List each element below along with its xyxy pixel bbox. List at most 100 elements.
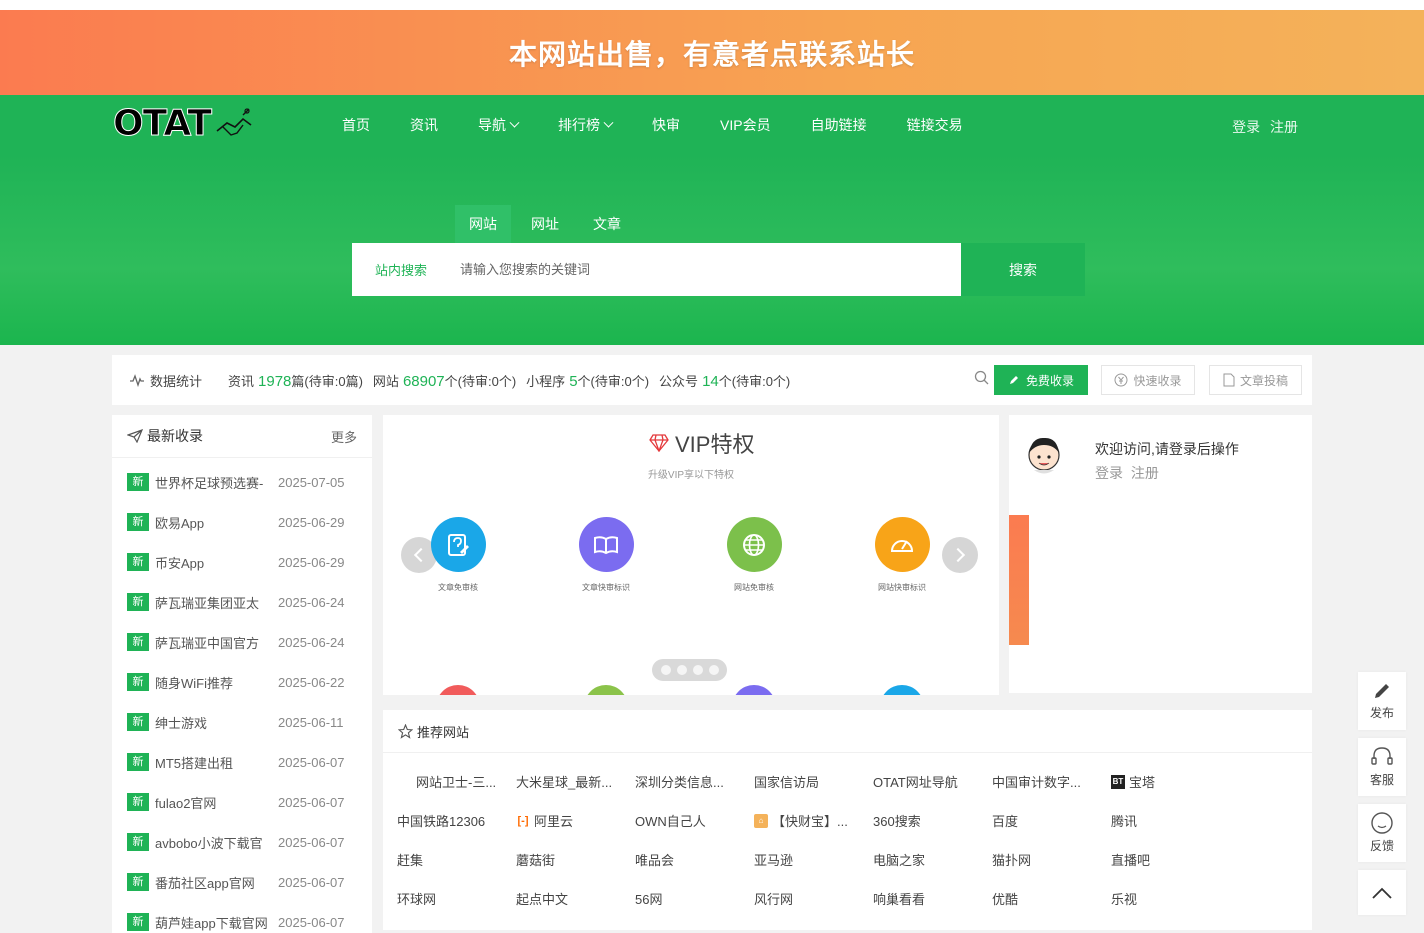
- recommend-link[interactable]: 中国铁路12306: [397, 811, 516, 830]
- welcome-login-link[interactable]: 登录: [1095, 465, 1123, 481]
- latest-more-link[interactable]: 更多: [331, 427, 357, 446]
- vip-title: VIP特权: [649, 427, 754, 459]
- recommend-link[interactable]: 优酷: [992, 889, 1111, 908]
- recommend-link-label: 唯品会: [635, 853, 675, 868]
- vip-feature[interactable]: 网站快审标识: [862, 517, 942, 593]
- recommend-link[interactable]: 中国审计数字...: [992, 772, 1111, 791]
- nav-item-2[interactable]: 导航: [478, 115, 520, 135]
- login-link[interactable]: 登录: [1232, 119, 1260, 135]
- vip-feature[interactable]: 文章快审标识: [566, 517, 646, 593]
- search-button[interactable]: 搜索: [961, 243, 1085, 296]
- recommend-link[interactable]: 起点中文: [516, 889, 635, 908]
- publish-button[interactable]: 发布: [1358, 672, 1406, 730]
- service-button[interactable]: 客服: [1358, 738, 1406, 796]
- recommend-link[interactable]: BT 宝塔: [1111, 772, 1230, 791]
- recommend-link[interactable]: 网站卫士-三...: [397, 772, 516, 791]
- recommend-link[interactable]: 深圳分类信息...: [635, 772, 754, 791]
- back-to-top-button[interactable]: [1358, 870, 1406, 915]
- list-item[interactable]: 新葫芦娃app下载官网 2025-06-07: [112, 902, 372, 933]
- list-item[interactable]: 新随身WiFi推荐 2025-06-22: [112, 662, 372, 702]
- recommend-link[interactable]: 赶集: [397, 850, 516, 869]
- recommend-link[interactable]: [-] 阿里云: [516, 811, 635, 830]
- vip-next-page-icon: [436, 685, 480, 695]
- list-item[interactable]: 新世界杯足球预选赛- 2025-07-05: [112, 462, 372, 502]
- nav-item-6[interactable]: 自助链接: [811, 115, 867, 135]
- recommend-link[interactable]: 猫扑网: [992, 850, 1111, 869]
- recommend-link[interactable]: ⌂ 【快财宝】...: [754, 811, 873, 830]
- stats-item: 资讯 1978篇(待审:0篇): [228, 371, 363, 390]
- nav-item-4[interactable]: 快审: [652, 115, 680, 135]
- latest-item-date: 2025-06-29: [278, 514, 345, 530]
- recommend-link[interactable]: 响巢看看: [873, 889, 992, 908]
- recommend-link[interactable]: 国家信访局: [754, 772, 873, 791]
- latest-item-name: fulao2官网: [155, 795, 217, 811]
- list-item[interactable]: 新绅士游戏 2025-06-11: [112, 702, 372, 742]
- tab-url[interactable]: 网址: [517, 205, 573, 243]
- pulse-icon: [130, 374, 144, 387]
- recommend-link[interactable]: OTAT网址导航: [873, 772, 992, 791]
- latest-title: 最新收录: [147, 428, 203, 444]
- recommend-link[interactable]: OWN自己人: [635, 811, 754, 830]
- carousel-dots[interactable]: [652, 659, 727, 681]
- nav-item-0[interactable]: 首页: [342, 115, 370, 135]
- nav-item-label: VIP会员: [720, 117, 771, 133]
- recommend-link[interactable]: 大米星球_最新...: [516, 772, 635, 791]
- list-item[interactable]: 新 avbobo小波下载官 2025-06-07: [112, 822, 372, 862]
- recommend-link[interactable]: 亚马逊: [754, 850, 873, 869]
- stats-item-label: 网站: [372, 373, 399, 389]
- recommend-link[interactable]: 腾讯: [1111, 811, 1230, 830]
- recommend-link[interactable]: 电脑之家: [873, 850, 992, 869]
- free-submit-button[interactable]: 免费收录: [994, 365, 1088, 395]
- register-link[interactable]: 注册: [1270, 119, 1298, 135]
- list-item[interactable]: 新萨瓦瑞亚集团亚太 2025-06-24: [112, 582, 372, 622]
- fast-submit-button[interactable]: 快速收录: [1101, 365, 1195, 395]
- recommend-link[interactable]: 直播吧: [1111, 850, 1230, 869]
- recommend-link[interactable]: 唯品会: [635, 850, 754, 869]
- recommend-link[interactable]: 乐视: [1111, 889, 1230, 908]
- list-item[interactable]: 新萨瓦瑞亚中国官方 2025-06-24: [112, 622, 372, 662]
- search-scope-label[interactable]: 站内搜索: [375, 260, 460, 279]
- nav-item-5[interactable]: VIP会员: [720, 115, 771, 135]
- recommend-row: 中国铁路12306 [-] 阿里云 OWN自己人 ⌂ 【快财宝】... 360搜索 百度 腾讯: [397, 801, 1230, 840]
- recommend-link[interactable]: 环球网: [397, 889, 516, 908]
- list-item[interactable]: 新欧易App 2025-06-29: [112, 502, 372, 542]
- recommend-link[interactable]: 360搜索: [873, 811, 992, 830]
- sale-banner[interactable]: 本网站出售，有意者点联系站长: [0, 10, 1424, 95]
- tab-site[interactable]: 网站: [455, 205, 511, 243]
- vip-feature[interactable]: 网站免审核: [714, 517, 794, 593]
- nav-item-3[interactable]: 排行榜: [558, 115, 614, 135]
- list-item[interactable]: 新 fulao2官网 2025-06-07: [112, 782, 372, 822]
- recommend-link[interactable]: 百度: [992, 811, 1111, 830]
- recommend-link-label: 中国铁路12306: [397, 814, 486, 829]
- bt-icon: BT: [1111, 774, 1125, 789]
- feedback-button[interactable]: 反馈: [1358, 804, 1406, 862]
- list-item[interactable]: 新番茄社区app官网 2025-06-07: [112, 862, 372, 902]
- site-logo[interactable]: OTAT: [113, 103, 255, 145]
- search-input[interactable]: [460, 262, 960, 277]
- list-item[interactable]: 新币安App 2025-06-29: [112, 542, 372, 582]
- article-submit-button[interactable]: 文章投稿: [1209, 365, 1302, 395]
- stats-item: 网站 68907个(待审:0个): [373, 371, 516, 390]
- recommend-link-label: OWN自己人: [635, 814, 706, 829]
- recommend-row: 网站卫士-三... 大米星球_最新... 深圳分类信息... 国家信访局 OTAT网址导…: [397, 762, 1230, 801]
- vip-feature-label: 网站免审核: [734, 583, 774, 592]
- recommend-link-label: 大米星球_最新...: [516, 775, 613, 790]
- latest-item-date: 2025-06-07: [278, 754, 345, 770]
- nav-item-7[interactable]: 链接交易: [907, 115, 963, 135]
- vip-next-arrow[interactable]: [942, 537, 978, 573]
- latest-header: 最新收录 更多: [112, 415, 372, 458]
- recommend-link[interactable]: 56网: [635, 889, 754, 908]
- welcome-register-link[interactable]: 注册: [1131, 465, 1159, 481]
- latest-list: 新世界杯足球预选赛- 2025-07-05 新欧易App 2025-06-29 新币安A…: [112, 458, 372, 933]
- stats-item: 公众号 14个(待审:0个): [659, 371, 790, 390]
- list-item[interactable]: 新 MT5搭建出租 2025-06-07: [112, 742, 372, 782]
- avatar[interactable]: [1024, 433, 1064, 477]
- nav-item-1[interactable]: 资讯: [410, 115, 438, 135]
- search-box: 站内搜索 搜索: [352, 243, 1085, 296]
- search-icon[interactable]: [974, 370, 990, 386]
- stats-bar: 数据统计 资讯 1978篇(待审:0篇) 网站 68907个(待审:0个) 小程序 5个(…: [112, 355, 1312, 405]
- vip-feature[interactable]: 文章免审核: [418, 517, 498, 593]
- recommend-link[interactable]: 蘑菇街: [516, 850, 635, 869]
- recommend-link[interactable]: 风行网: [754, 889, 873, 908]
- tab-article[interactable]: 文章: [579, 205, 635, 243]
